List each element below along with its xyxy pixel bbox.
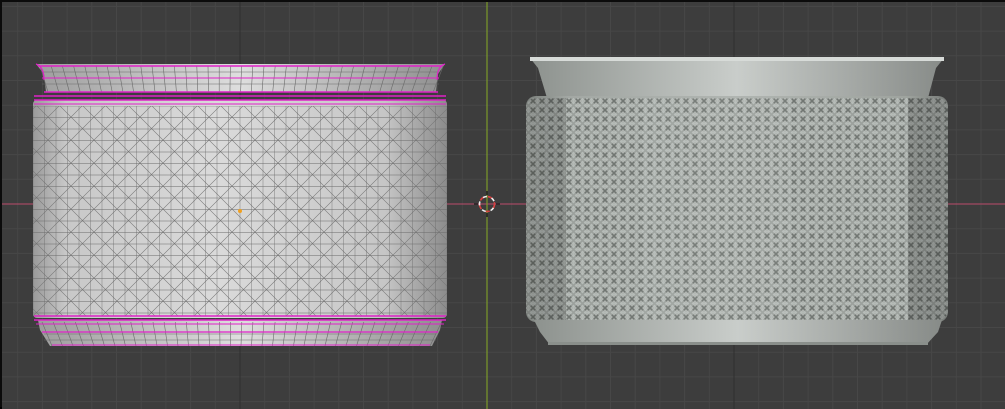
shaded-top-rim: [530, 57, 944, 61]
shaded-bottom-rim: [548, 342, 928, 345]
knurl-shade-right: [908, 98, 948, 320]
3d-viewport[interactable]: [0, 0, 1005, 407]
shaded-top-flange: [530, 58, 944, 98]
knurled-cap-wireframe[interactable]: [33, 64, 447, 346]
viewport-canvas[interactable]: [2, 2, 1005, 409]
shaded-bottom-flange: [534, 320, 942, 345]
knurled-cap-shaded[interactable]: [526, 57, 948, 345]
knurl-shade-left: [526, 98, 566, 320]
object-origin-icon[interactable]: [238, 209, 242, 213]
knurl-highlight: [642, 98, 792, 320]
